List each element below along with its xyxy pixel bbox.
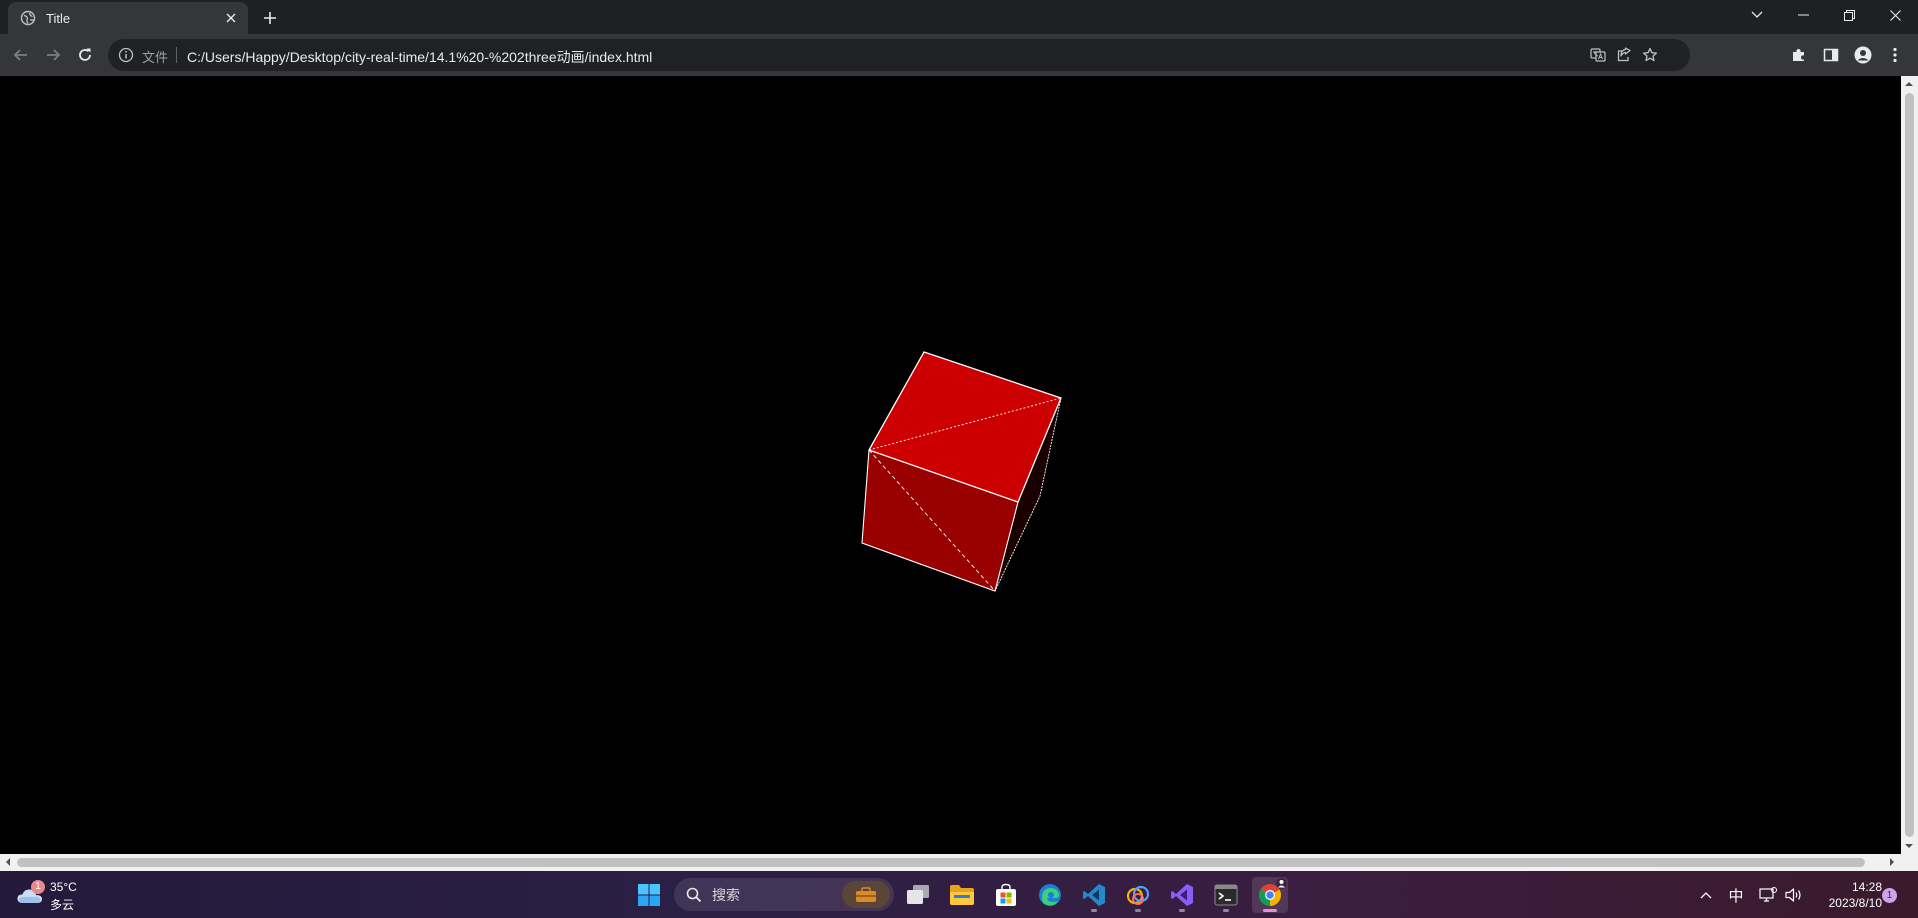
scroll-right-arrow-icon[interactable] — [1890, 858, 1898, 866]
taskbar-clock[interactable]: 14:28 2023/8/10 — [1810, 879, 1882, 911]
running-indicator — [1091, 909, 1097, 912]
address-bar[interactable]: 文件 C:/Users/Happy/Desktop/city-real-time… — [108, 39, 1690, 71]
folder-icon — [950, 885, 974, 905]
bookmark-star-icon[interactable] — [1638, 43, 1662, 67]
scroll-down-arrow-icon[interactable] — [1905, 844, 1913, 852]
taskbar-search[interactable]: 搜索 — [674, 878, 894, 911]
close-icon — [1889, 9, 1901, 21]
input-method-label: 中 — [1728, 887, 1744, 905]
running-indicator — [1179, 909, 1185, 912]
weather-condition: 多云 — [50, 898, 75, 912]
new-tab-button[interactable] — [258, 6, 282, 30]
browser-toolbar: 文件 C:/Users/Happy/Desktop/city-real-time… — [0, 34, 1918, 76]
network-icon — [1759, 887, 1777, 902]
scroll-up-arrow-icon[interactable] — [1905, 78, 1913, 86]
start-button[interactable] — [631, 877, 667, 913]
windows-taskbar: 1 35°C 多云 搜索 中 14:28 2023/8/10 1 — [0, 871, 1918, 918]
url-text[interactable]: C:/Users/Happy/Desktop/city-real-time/14… — [187, 47, 652, 67]
reload-icon — [79, 48, 91, 61]
taskbar-terminal[interactable] — [1208, 877, 1244, 913]
rings-app-icon — [1126, 885, 1150, 905]
globe-icon — [20, 10, 36, 26]
running-indicator — [1135, 909, 1141, 912]
running-indicator — [1223, 909, 1229, 912]
profile-badge-icon — [1276, 878, 1287, 889]
minimize-icon — [1797, 14, 1809, 16]
search-highlight-badge[interactable] — [842, 881, 890, 908]
info-icon[interactable] — [118, 47, 134, 63]
windows-logo-icon — [638, 884, 660, 906]
plus-icon — [264, 12, 276, 24]
chip-divider — [176, 47, 177, 63]
webgl-canvas[interactable] — [0, 76, 1901, 854]
close-window-button[interactable] — [1872, 0, 1918, 30]
horizontal-scroll-thumb[interactable] — [17, 858, 1865, 867]
reload-button[interactable] — [71, 41, 99, 69]
taskbar-chrome[interactable] — [1252, 877, 1288, 913]
chrome-menu-button[interactable] — [1881, 41, 1909, 69]
chevron-up-icon — [1700, 892, 1712, 899]
tab-close-icon[interactable] — [222, 9, 240, 27]
briefcase-icon — [856, 886, 876, 902]
puzzle-icon — [1793, 49, 1804, 61]
taskbar-file-explorer[interactable] — [944, 877, 980, 913]
share-icon[interactable] — [1612, 43, 1636, 67]
profile-avatar-icon — [1854, 46, 1872, 64]
horizontal-scrollbar[interactable] — [0, 854, 1918, 871]
tab-search-button[interactable] — [1734, 0, 1780, 30]
taskbar-vscode[interactable] — [1076, 877, 1112, 913]
weather-widget[interactable]: 1 35°C 多云 — [16, 877, 96, 913]
running-indicator-active — [1263, 909, 1277, 912]
minimize-button[interactable] — [1780, 0, 1826, 30]
side-panel-icon — [1823, 48, 1839, 62]
speaker-icon — [1785, 888, 1801, 902]
weather-temperature: 35°C — [50, 880, 77, 894]
search-placeholder: 搜索 — [712, 886, 740, 903]
security-chip-label[interactable]: 文件 — [142, 47, 168, 66]
task-view-button[interactable] — [900, 877, 936, 913]
page-viewport[interactable] — [0, 76, 1901, 854]
show-hidden-icons-button[interactable] — [1696, 883, 1716, 907]
back-button[interactable] — [7, 41, 35, 69]
store-bag-icon — [996, 883, 1016, 906]
translate-icon[interactable] — [1586, 43, 1610, 67]
side-panel-button[interactable] — [1817, 41, 1845, 69]
tab-strip: Title — [0, 0, 1918, 34]
taskbar-visual-studio[interactable] — [1164, 877, 1200, 913]
arrow-left-icon — [13, 49, 27, 61]
restore-icon — [1843, 9, 1855, 21]
chevron-down-icon — [1751, 11, 1763, 18]
vertical-scrollbar[interactable] — [1901, 76, 1918, 854]
scroll-left-arrow-icon[interactable] — [2, 858, 10, 866]
notification-center-badge[interactable]: 1 — [1882, 888, 1897, 903]
clock-date: 2023/8/10 — [1828, 896, 1882, 910]
restore-button[interactable] — [1826, 0, 1872, 30]
weather-badge: 1 — [31, 880, 45, 894]
vertical-scroll-thumb[interactable] — [1905, 93, 1914, 837]
tab-title: Title — [46, 10, 71, 26]
network-status[interactable] — [1756, 883, 1780, 907]
profile-button[interactable] — [1849, 41, 1877, 69]
edge-browser-icon — [1039, 884, 1061, 906]
screen: Title 文件 C:/Users/Happy/Desktop/city-rea… — [0, 0, 1918, 918]
taskbar-app-rings[interactable] — [1120, 877, 1156, 913]
clock-time: 14:28 — [1851, 880, 1882, 894]
task-view-icon — [907, 885, 929, 904]
vscode-icon — [1083, 884, 1105, 906]
taskbar-microsoft-store[interactable] — [988, 877, 1024, 913]
taskbar-edge[interactable] — [1032, 877, 1068, 913]
visual-studio-icon — [1171, 884, 1193, 906]
terminal-icon — [1214, 884, 1238, 906]
kebab-menu-icon — [1893, 47, 1897, 63]
extensions-button[interactable] — [1785, 41, 1813, 69]
volume-control[interactable] — [1782, 883, 1806, 907]
search-icon — [686, 887, 702, 902]
input-method-indicator[interactable]: 中 — [1724, 883, 1748, 907]
browser-tab[interactable]: Title — [8, 2, 248, 34]
arrow-right-icon — [47, 49, 61, 61]
forward-button[interactable] — [39, 41, 67, 69]
